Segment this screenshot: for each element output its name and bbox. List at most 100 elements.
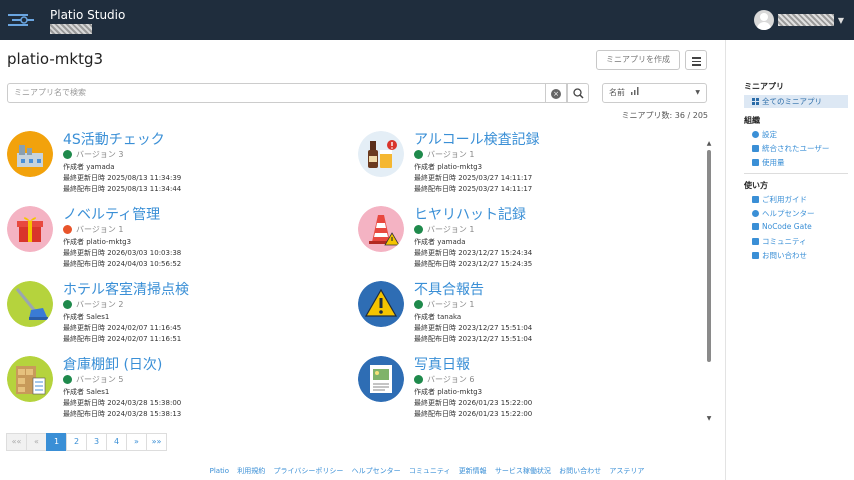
mini-app-count: ミニアプリ数: 36 / 205 [621,111,708,120]
version-label: バージョン 1 [427,300,475,309]
app-card[interactable]: 4S活動チェック バージョン 3 作成者 yamada 最終更新日時 2025/08/… [7,129,307,195]
app-published-at: 最終配布日時 2024/02/07 11:16:51 [63,335,182,343]
search-button[interactable] [567,83,589,103]
alcohol-icon[interactable] [358,131,404,177]
sidebar-item-guide[interactable]: ご利用ガイド [752,194,807,205]
sidebar-item-label: 統合されたユーザー [762,144,830,153]
avatar[interactable] [753,10,774,30]
search-input[interactable]: ミニアプリ名で検索 [7,83,546,103]
app-title[interactable]: ノベルティ管理 [63,204,160,224]
brand-title: Platio Studio [50,8,126,22]
app-card[interactable]: アルコール検査記録 バージョン 1 作成者 platio-mktg3 最終更新日時 2… [358,129,658,195]
status-dot [63,300,72,309]
search-icon [573,88,584,99]
clear-search-button[interactable]: × [546,83,567,103]
sidebar-item-usage[interactable]: 使用量 [752,157,785,168]
app-title[interactable]: ホテル客室清掃点検 [63,279,189,299]
footer-link-terms[interactable]: 利用規約 [237,467,265,475]
status-dot [63,375,72,384]
version-label: バージョン 3 [76,150,124,159]
app-title[interactable]: 倉庫棚卸 (日次) [63,354,162,374]
page-4-button[interactable]: 4 [106,433,127,451]
app-title[interactable]: 写真日報 [414,354,470,374]
scrollbar[interactable]: ▲ ▼ [705,140,713,422]
organization-name-redacted [50,24,92,34]
app-version: バージョン 5 [63,374,123,385]
footer-link-community[interactable]: コミュニティ [409,467,451,475]
sidebar-item-users[interactable]: 統合されたユーザー [752,143,829,154]
community-icon [752,238,759,245]
factory-icon[interactable] [7,131,53,177]
scroll-down-arrow-icon[interactable]: ▼ [705,415,713,422]
app-author: 作成者 tanaka [414,313,462,321]
app-author: 作成者 yamada [414,238,466,246]
right-sidebar: ミニアプリ 全てのミニアプリ 組織 設定 統合されたユーザー 使用量 使い方 ご… [725,40,854,480]
sort-select[interactable]: 名前 ▼ [602,83,707,103]
app-card[interactable]: 不具合報告 バージョン 1 作成者 tanaka 最終更新日時 2023/12/27 … [358,279,658,345]
app-card[interactable]: 写真日報 バージョン 6 作成者 platio-mktg3 最終更新日時 2026/0… [358,354,658,420]
book-icon [752,196,759,203]
sidebar-item-nocode-gate[interactable]: NoCode Gate [752,222,812,231]
app-published-at: 最終配布日時 2023/12/27 15:51:04 [414,335,533,343]
close-icon: × [551,89,561,99]
prev-page-button[interactable]: « [26,433,47,451]
warning-icon[interactable] [358,281,404,327]
next-page-button[interactable]: » [126,433,147,451]
app-updated-at: 最終更新日時 2023/12/27 15:51:04 [414,324,533,332]
app-version: バージョン 1 [414,149,474,160]
photo-report-icon[interactable] [358,356,404,402]
shelf-icon[interactable] [7,356,53,402]
sidebar-item-label: ご利用ガイド [762,195,807,204]
gift-icon[interactable] [7,206,53,252]
footer-link-help-center[interactable]: ヘルプセンター [352,467,401,475]
app-title[interactable]: 4S活動チェック [63,129,165,149]
footer-link-contact[interactable]: お問い合わせ [559,467,601,475]
hamburger-menu-button[interactable] [685,50,707,70]
version-label: バージョン 6 [427,375,475,384]
mop-icon[interactable] [7,281,53,327]
sidebar-item-community[interactable]: コミュニティ [752,236,807,247]
sidebar-item-help-center[interactable]: ヘルプセンター [752,208,815,219]
page-3-button[interactable]: 3 [86,433,107,451]
sidebar-heading-organization: 組織 [744,116,760,125]
menu-icon-line [692,60,701,62]
footer-link-asteria[interactable]: アステリア [609,467,644,475]
first-page-button[interactable]: «« [6,433,27,451]
app-card[interactable]: 倉庫棚卸 (日次) バージョン 5 作成者 Sales1 最終更新日時 2024/03… [7,354,307,420]
chart-icon [752,159,759,166]
app-title[interactable]: ヒヤリハット記録 [414,204,526,224]
app-card[interactable]: ヒヤリハット記録 バージョン 1 作成者 yamada 最終更新日時 2023/12/… [358,204,658,270]
status-dot [414,300,423,309]
footer-link-privacy[interactable]: プライバシーポリシー [274,467,344,475]
footer-link-updates[interactable]: 更新情報 [459,467,487,475]
chevron-down-icon: ▼ [695,89,700,96]
page-1-button[interactable]: 1 [46,433,67,451]
sidebar-item-all-apps[interactable]: 全てのミニアプリ [744,95,848,108]
footer-link-status[interactable]: サービス稼働状況 [495,467,551,475]
app-title[interactable]: 不具合報告 [414,279,484,299]
app-card[interactable]: ホテル客室清掃点検 バージョン 2 作成者 Sales1 最終更新日時 2024/02… [7,279,307,345]
sidebar-item-contact[interactable]: お問い合わせ [752,250,807,261]
cone-icon[interactable] [358,206,404,252]
sidebar-item-settings[interactable]: 設定 [752,129,777,140]
footer-link-platio[interactable]: Platio [210,467,229,475]
status-dot [414,375,423,384]
create-mini-app-button[interactable]: ミニアプリを作成 [596,50,680,70]
app-updated-at: 最終更新日時 2026/03/03 10:03:38 [63,249,182,257]
user-menu[interactable]: ▼ [753,9,844,31]
page-2-button[interactable]: 2 [66,433,87,451]
user-name-redacted[interactable] [777,14,834,26]
app-card[interactable]: ノベルティ管理 バージョン 1 作成者 platio-mktg3 最終更新日時 202… [7,204,307,270]
scrollbar-thumb[interactable] [707,150,711,362]
app-version: バージョン 1 [63,224,123,235]
app-published-at: 最終配布日時 2025/08/13 11:34:44 [63,185,182,193]
app-title[interactable]: アルコール検査記録 [414,129,540,149]
app-updated-at: 最終更新日時 2023/12/27 15:24:34 [414,249,533,257]
platio-logo-icon[interactable] [6,9,36,31]
help-icon [752,210,759,217]
scroll-up-arrow-icon[interactable]: ▲ [705,140,713,147]
app-updated-at: 最終更新日時 2026/01/23 15:22:00 [414,399,533,407]
chevron-down-icon[interactable]: ▼ [838,16,844,25]
last-page-button[interactable]: »» [146,433,167,451]
app-version: バージョン 2 [63,299,123,310]
